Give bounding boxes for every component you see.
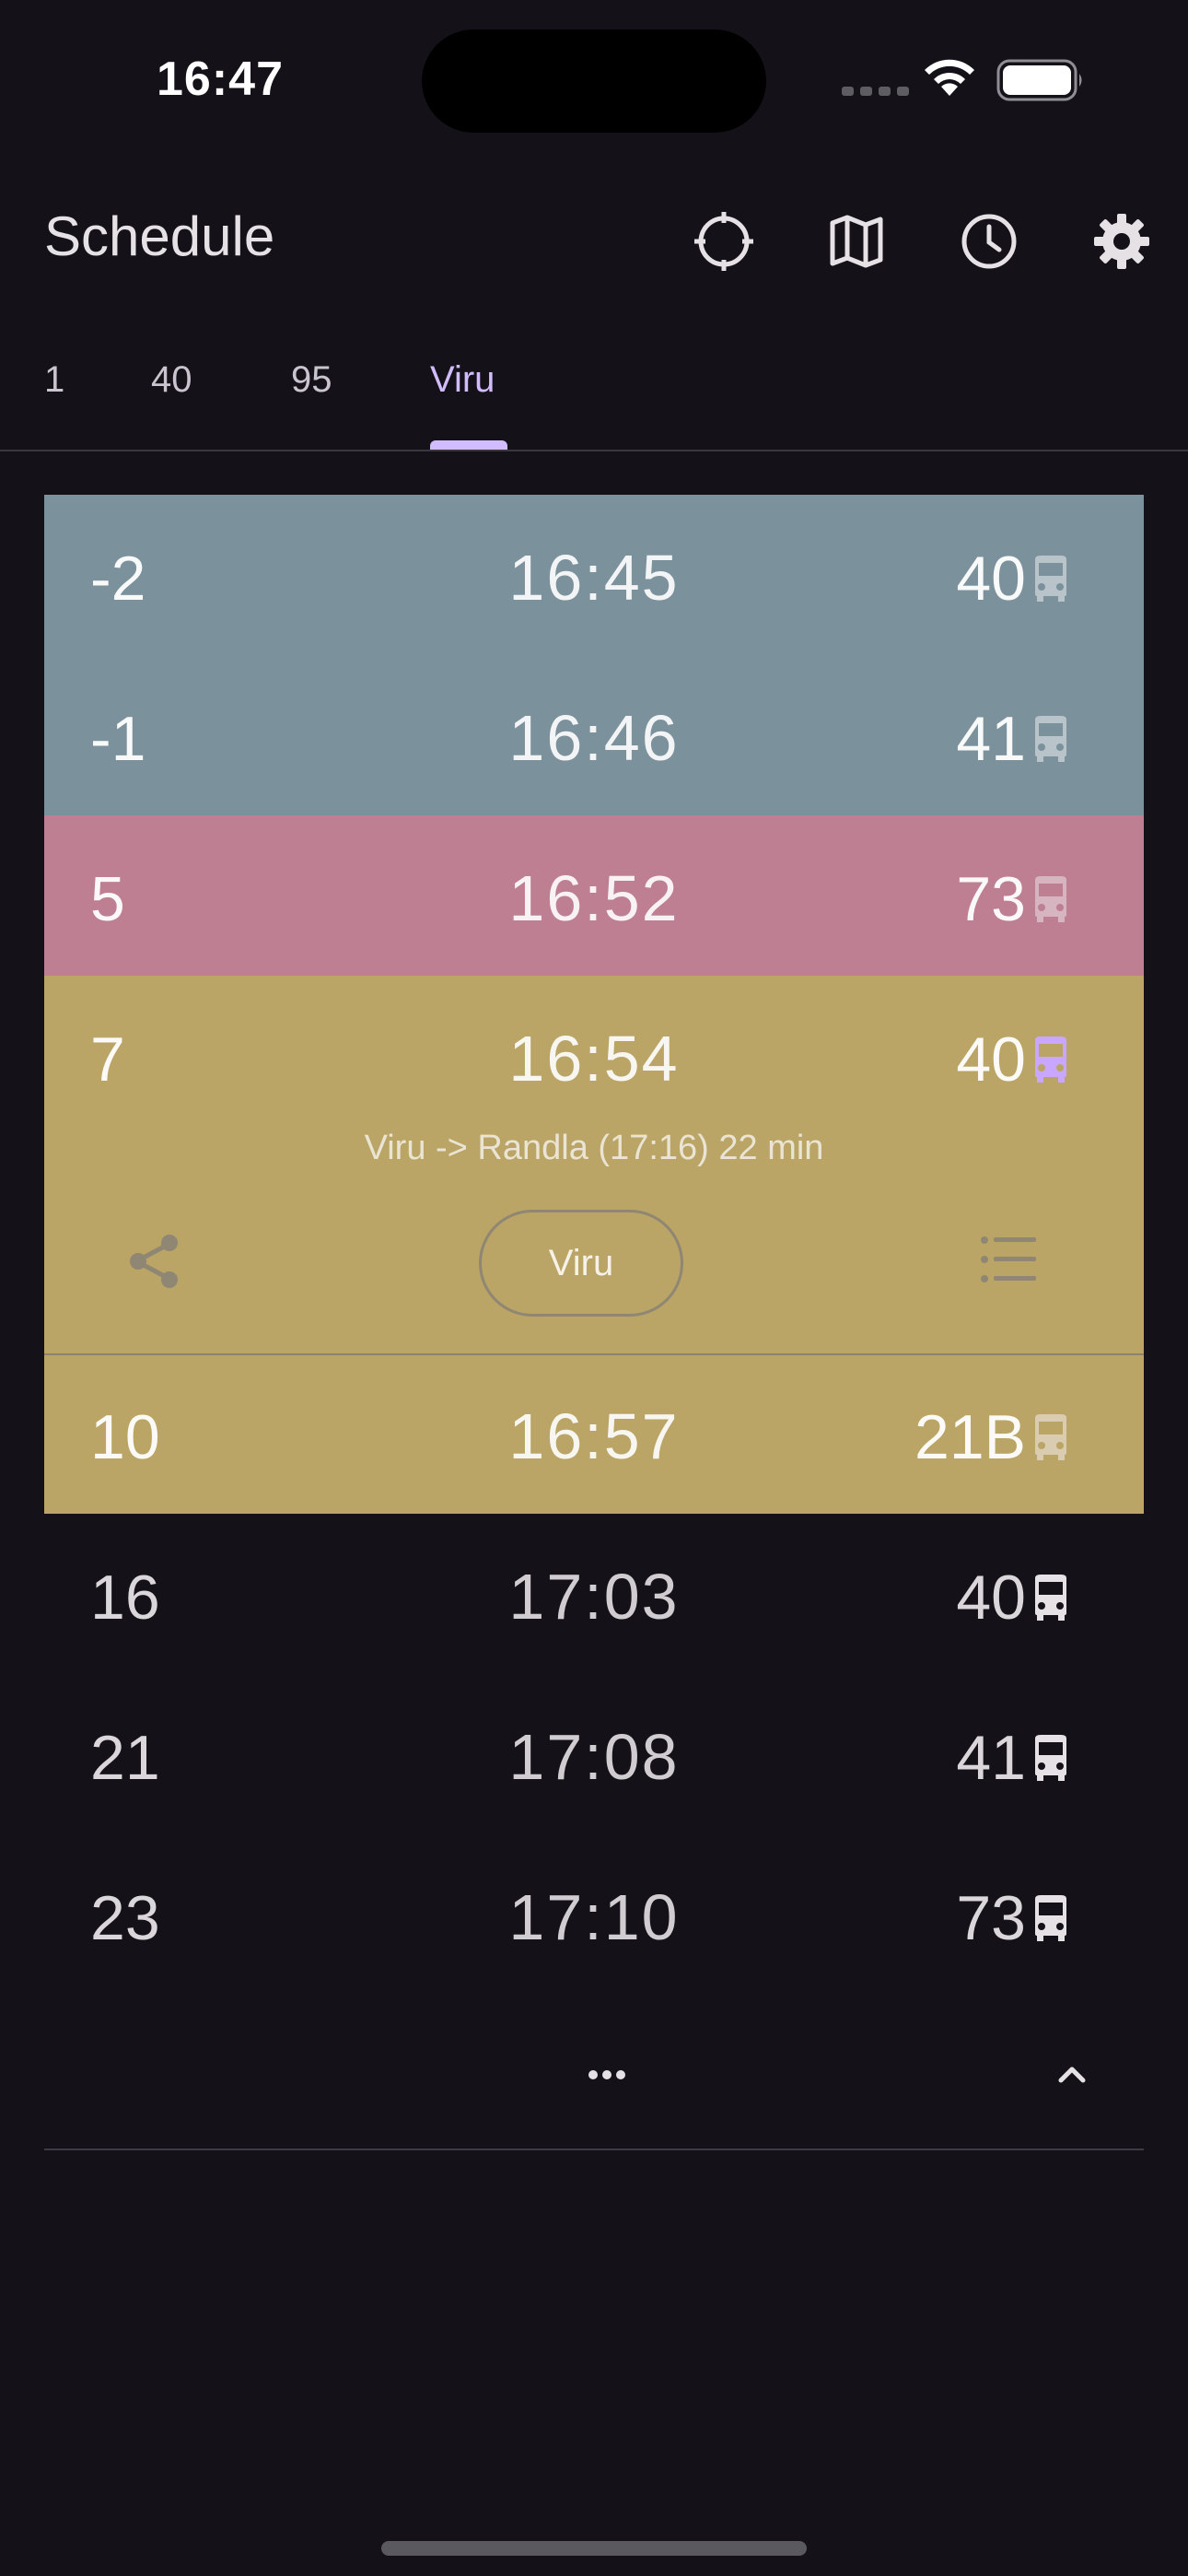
battery-icon <box>996 59 1082 101</box>
locate-icon <box>694 212 753 271</box>
map-icon <box>830 215 883 268</box>
tab-40[interactable]: 40 <box>151 359 192 401</box>
route-tabs: 1 40 95 Viru <box>0 341 1188 451</box>
bus-icon <box>1035 1575 1066 1621</box>
status-bar: 16:47 <box>0 0 1188 166</box>
history-button[interactable] <box>950 203 1028 280</box>
line-number: 73 <box>956 1883 1026 1953</box>
bus-icon <box>1035 1036 1066 1083</box>
departure-row[interactable]: 10 16:57 21B <box>44 1353 1144 1514</box>
settings-button[interactable] <box>1083 203 1160 280</box>
more-button[interactable] <box>565 2056 640 2093</box>
departure-row[interactable]: 21 17:08 41 <box>44 1674 1144 1834</box>
departure-row[interactable]: 23 17:10 73 <box>44 1834 1144 1995</box>
tab-viru[interactable]: Viru <box>430 359 495 401</box>
line-number: 73 <box>956 864 1026 934</box>
status-time: 16:47 <box>157 53 284 106</box>
more-icon <box>588 2070 625 2079</box>
clock-icon <box>961 214 1017 269</box>
stop-button[interactable]: Viru <box>479 1210 683 1317</box>
departure-row[interactable]: 5 16:52 73 <box>44 815 1144 976</box>
departure-row[interactable]: 7 16:54 40 <box>44 976 1144 1136</box>
line-number: 41 <box>956 1723 1026 1793</box>
list-footer <box>44 2014 1144 2152</box>
locate-button[interactable] <box>685 203 763 280</box>
bus-icon <box>1035 716 1066 762</box>
line-number: 40 <box>956 1025 1026 1095</box>
wifi-icon <box>925 59 974 96</box>
collapse-button[interactable] <box>1044 2051 1100 2099</box>
route-details: Viru -> Randla (17:16) 22 min <box>364 1129 824 1167</box>
line-number: 40 <box>956 544 1026 614</box>
bus-icon <box>1035 556 1066 602</box>
line-number: 41 <box>956 704 1026 774</box>
tab-95[interactable]: 95 <box>291 359 332 401</box>
chevron-up-icon <box>1058 2067 1086 2083</box>
dynamic-island <box>422 29 766 133</box>
tab-1[interactable]: 1 <box>44 359 64 401</box>
share-button[interactable] <box>125 1232 203 1309</box>
share-icon <box>130 1235 178 1288</box>
departure-row[interactable]: 16 17:03 40 <box>44 1514 1144 1674</box>
divider <box>44 1353 1144 1355</box>
departure-row[interactable]: -2 16:45 40 <box>44 495 1144 655</box>
divider <box>44 2149 1144 2150</box>
map-button[interactable] <box>818 203 895 280</box>
bus-icon <box>1035 1895 1066 1941</box>
departure-row[interactable]: -1 16:46 41 <box>44 655 1144 815</box>
departure-list: -2 16:45 40 -1 16:46 41 5 16:52 73 7 16:… <box>44 495 1144 1995</box>
line-number: 40 <box>956 1563 1026 1633</box>
bus-icon <box>1035 876 1066 922</box>
page-title: Schedule <box>44 205 275 267</box>
cellular-signal-icon <box>842 87 909 96</box>
list-icon <box>981 1236 1036 1282</box>
line-number: 21B <box>914 1402 1026 1472</box>
settings-icon <box>1094 214 1149 269</box>
stop-list-button[interactable] <box>980 1235 1057 1307</box>
home-indicator <box>381 2541 807 2556</box>
bus-icon <box>1035 1414 1066 1460</box>
tab-indicator <box>430 440 507 450</box>
bus-icon <box>1035 1735 1066 1781</box>
